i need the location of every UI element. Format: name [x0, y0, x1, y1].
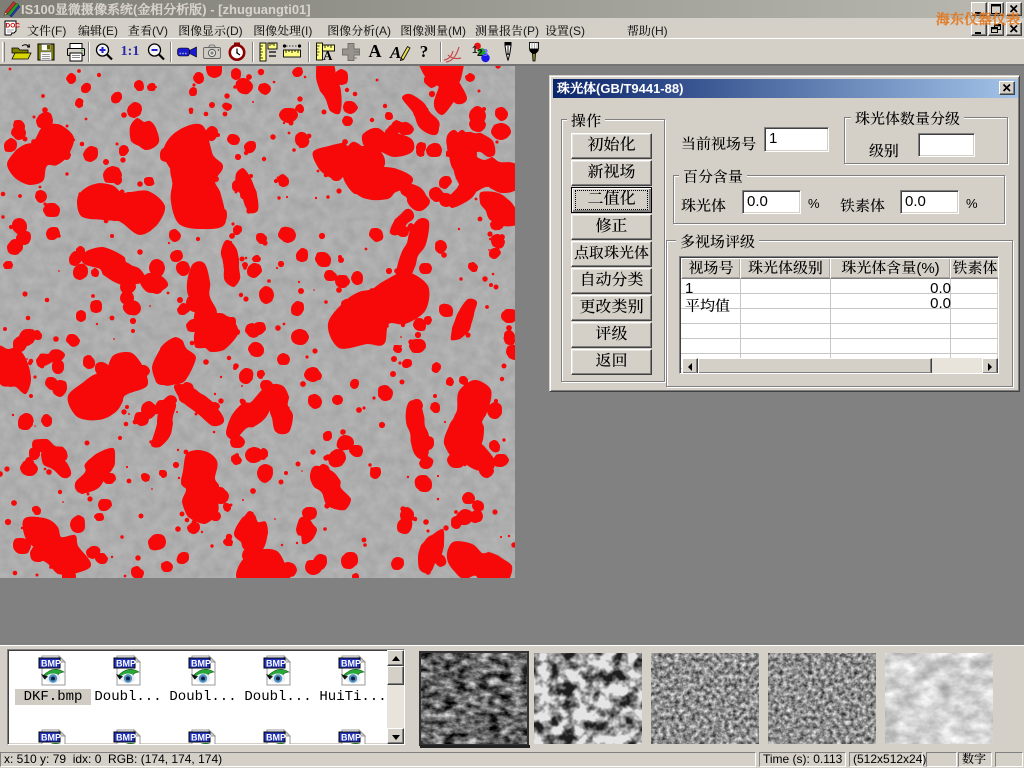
- svg-text:3: 3: [483, 48, 489, 59]
- svg-text:A: A: [389, 43, 401, 62]
- svg-text:DOC: DOC: [6, 23, 21, 30]
- svg-text:A: A: [323, 48, 333, 63]
